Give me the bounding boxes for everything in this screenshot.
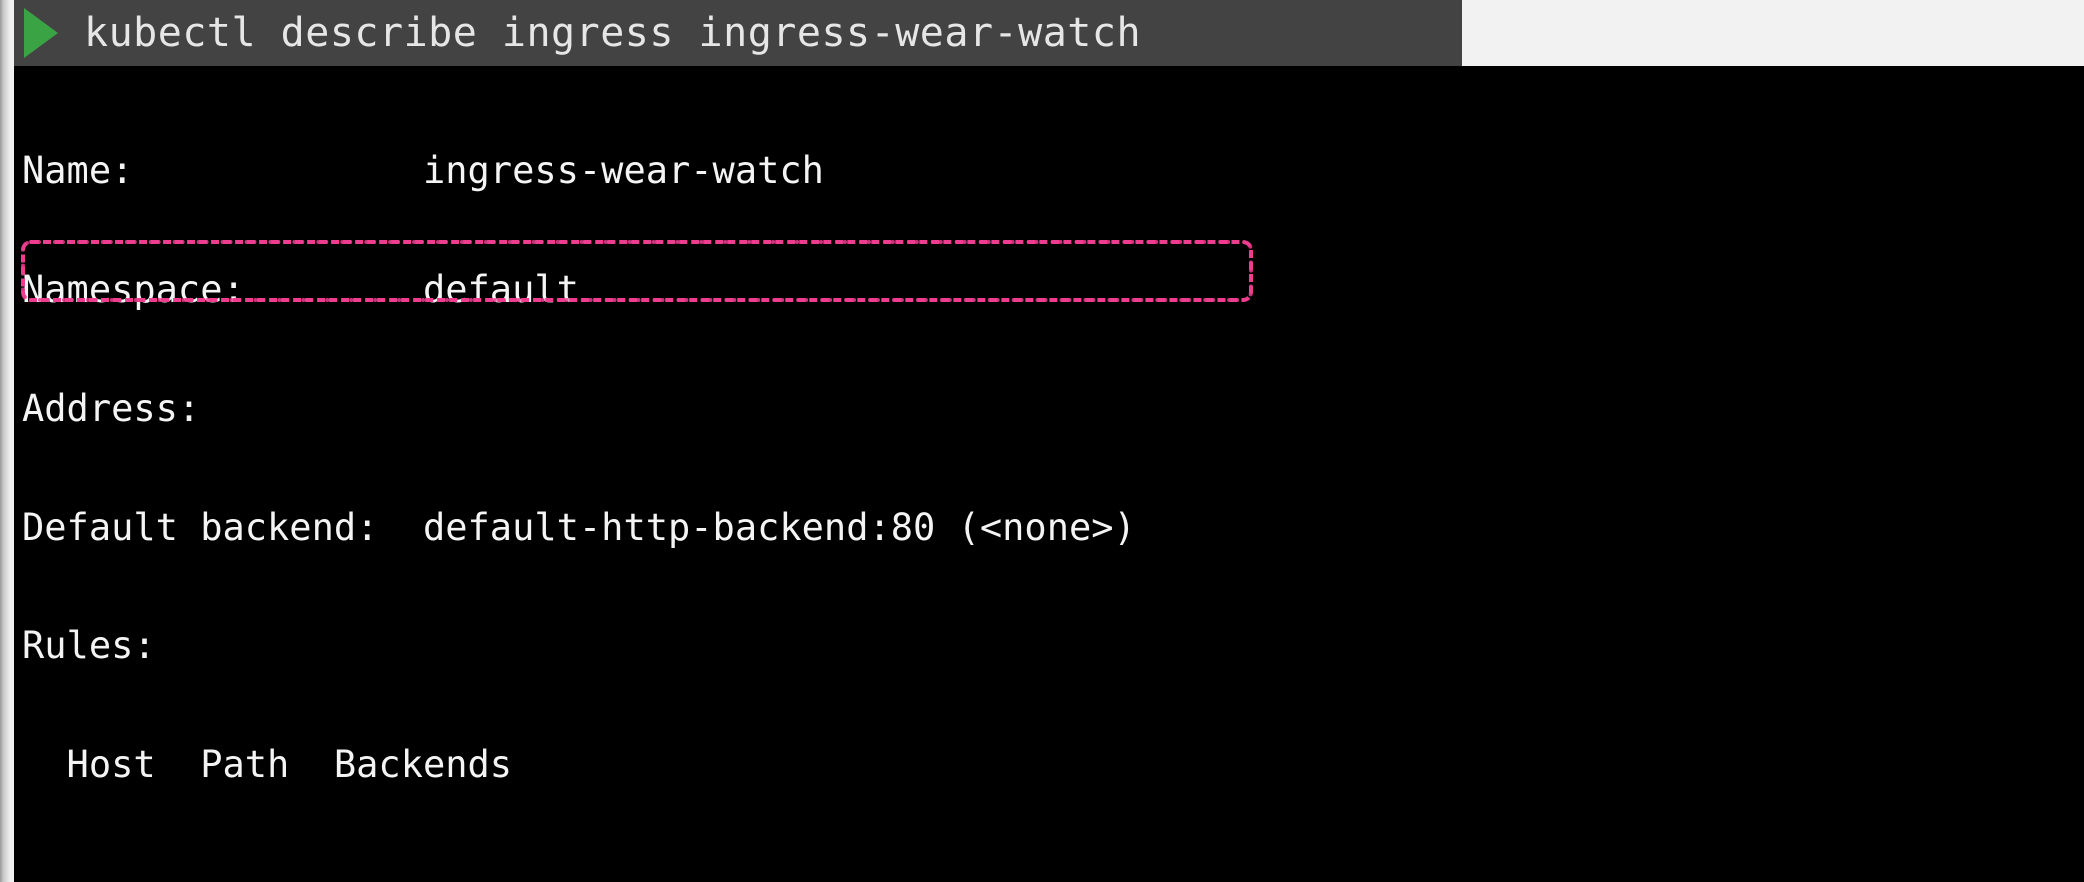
output-line-name: Name: ingress-wear-watch	[22, 149, 824, 193]
output-line-rules-separator: ---- ---- --------	[22, 864, 1893, 882]
terminal-output-text: Name: ingress-wear-watch Namespace: defa…	[22, 72, 1893, 882]
output-line-namespace: Namespace: default	[22, 267, 579, 311]
play-triangle-icon[interactable]	[24, 8, 58, 58]
command-text: kubectl describe ingress ingress-wear-wa…	[84, 10, 1142, 56]
left-edge-strip	[0, 0, 14, 882]
command-header-row: kubectl describe ingress ingress-wear-wa…	[0, 0, 2084, 66]
terminal-screenshot: kubectl describe ingress ingress-wear-wa…	[0, 0, 2084, 882]
terminal-output-panel[interactable]: Name: ingress-wear-watch Namespace: defa…	[10, 66, 2084, 882]
output-line-address: Address:	[22, 386, 201, 430]
output-line-rules-header: Host Path Backends	[22, 743, 513, 787]
output-line-rules: Rules:	[22, 624, 156, 668]
output-line-default-backend: Default backend: default-http-backend:80…	[22, 505, 1136, 549]
command-bar[interactable]: kubectl describe ingress ingress-wear-wa…	[0, 0, 1462, 66]
